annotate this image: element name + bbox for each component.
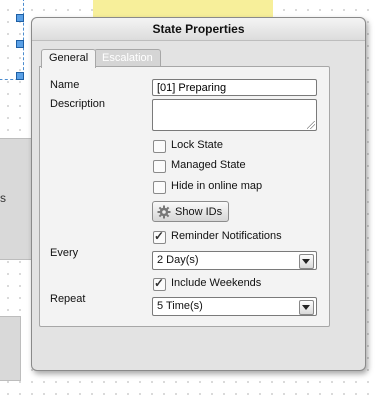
include-weekends-label[interactable]: Include Weekends	[171, 277, 261, 289]
gear-icon	[157, 205, 171, 219]
managed-state-label[interactable]: Managed State	[171, 159, 246, 171]
resize-grip-icon[interactable]	[307, 121, 315, 129]
tab-escalation[interactable]: Escalation	[94, 49, 161, 67]
canvas-state-block[interactable]	[0, 316, 21, 381]
hide-online-map-checkbox[interactable]	[153, 181, 166, 194]
every-label: Every	[50, 247, 79, 259]
selection-handle[interactable]	[16, 14, 24, 22]
lock-state-label[interactable]: Lock State	[171, 139, 223, 151]
hide-online-map-label[interactable]: Hide in online map	[171, 180, 262, 192]
description-label: Description	[50, 98, 106, 110]
checkmark-icon: ✓	[154, 276, 165, 290]
include-weekends-checkbox[interactable]: ✓	[153, 276, 166, 291]
repeat-select-value: 5 Time(s)	[157, 300, 203, 312]
reminder-notifications-label[interactable]: Reminder Notifications	[171, 230, 282, 242]
dropdown-arrow-icon[interactable]	[299, 254, 314, 269]
name-input[interactable]	[152, 79, 317, 96]
dialog-title[interactable]: State Properties	[32, 18, 365, 41]
state-properties-dialog: State Properties General Escalation Name…	[31, 17, 366, 371]
description-textarea[interactable]	[152, 99, 317, 131]
managed-state-checkbox[interactable]	[153, 160, 166, 173]
tab-general[interactable]: General	[41, 49, 97, 68]
dropdown-arrow-icon[interactable]	[299, 300, 314, 315]
show-ids-label: Show IDs	[175, 205, 223, 218]
every-select[interactable]: 2 Day(s)	[152, 251, 317, 270]
repeat-select[interactable]: 5 Time(s)	[152, 297, 317, 316]
name-label: Name	[50, 79, 80, 91]
repeat-label: Repeat	[50, 293, 86, 305]
checkmark-icon: ✓	[154, 229, 165, 243]
canvas-state-label: s	[0, 191, 6, 205]
general-tab-panel: Name Description Lock State Managed Stat…	[39, 66, 330, 327]
reminder-notifications-checkbox[interactable]: ✓	[153, 229, 166, 244]
every-select-value: 2 Day(s)	[157, 254, 199, 266]
selection-handle[interactable]	[16, 40, 24, 48]
lock-state-checkbox[interactable]	[153, 140, 166, 153]
show-ids-button[interactable]: Show IDs	[152, 201, 230, 222]
selection-handle[interactable]	[16, 72, 24, 80]
